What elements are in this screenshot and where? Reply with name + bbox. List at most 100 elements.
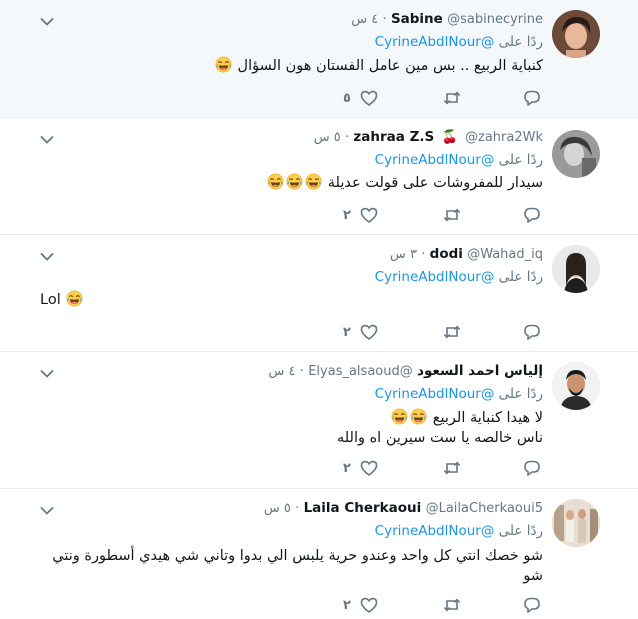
timestamp[interactable]: ٤ س [351,12,378,27]
reply-button[interactable] [522,322,542,342]
chevron-down-icon[interactable] [40,130,54,140]
like-count: ٢ [343,324,351,340]
mention-link[interactable]: @CyrineAbdlNour [375,523,495,539]
reply-prefix: ردًا على [498,34,543,50]
replying-to: ردًا على @CyrineAbdlNour [375,522,543,540]
tweet-actions: ٢ [0,595,638,615]
tweet-text: شو خصك انتي كل واحد وعندو حرية يلبس الي … [33,546,543,586]
username-handle[interactable]: @zahra2Wk [465,130,543,145]
tweet-reply[interactable]: Sabine @sabinecyrine · ٤ س ردًا على @Cyr… [0,0,638,118]
avatar[interactable] [552,10,600,58]
like-button[interactable]: ٢ [343,205,379,225]
retweet-button[interactable] [442,322,462,342]
tweet-reply[interactable]: Laila Cherkaoui @LailaCherkaoui5 · ٥ س ر… [0,489,638,619]
mention-link[interactable]: @CyrineAbdlNour [375,34,495,50]
face-with-tears-of-joy-emoji [410,408,427,425]
reply-button[interactable] [522,595,542,615]
like-count: ٢ [343,460,351,476]
reply-icon [522,458,542,478]
tweet-reply[interactable]: dodi @Wahad_iq · ٣ س ردًا على @CyrineAbd… [0,235,638,352]
reply-button[interactable] [522,88,542,108]
separator-dot: · [421,247,426,262]
display-name[interactable]: Sabine [391,11,443,27]
face-with-tears-of-joy-emoji [267,173,284,190]
display-name[interactable]: zahraa Z.S [353,129,434,145]
reply-prefix: ردًا على [498,386,543,402]
chevron-down-icon[interactable] [40,12,54,22]
like-button[interactable]: ٢ [343,322,379,342]
display-name[interactable]: إلياس احمد السعود [417,363,543,379]
tweet-text-line: شو خصك انتي كل واحد وعندو حرية يلبس الي … [52,548,543,564]
like-count: ٥ [343,90,351,106]
username-handle[interactable]: @Wahad_iq [467,247,543,262]
display-name[interactable]: Laila Cherkaoui [304,500,422,516]
retweet-button[interactable] [442,458,462,478]
face-with-tears-of-joy-emoji [286,173,303,190]
replying-to: ردًا على @CyrineAbdlNour [375,33,543,51]
timestamp[interactable]: ٣ س [390,247,417,262]
face-with-tears-of-joy-emoji [305,173,322,190]
retweet-button[interactable] [442,88,462,108]
face-with-tears-of-joy-emoji [391,408,408,425]
separator-dot: · [299,364,304,379]
avatar[interactable] [552,499,600,547]
replying-to: ردًا على @CyrineAbdlNour [375,268,543,286]
retweet-button[interactable] [442,205,462,225]
chevron-down-icon[interactable] [40,364,54,374]
tweet-text-line: شو [523,568,543,584]
tweet-header: Laila Cherkaoui @LailaCherkaoui5 · ٥ س [264,499,543,518]
username-handle[interactable]: @sabinecyrine [447,12,543,27]
heart-icon [359,88,379,108]
avatar[interactable] [552,245,600,293]
tweet-text-line: Lol [40,292,61,308]
retweet-button[interactable] [442,595,462,615]
heart-icon [359,205,379,225]
mention-link[interactable]: @CyrineAbdlNour [375,152,495,168]
avatar[interactable] [552,362,600,410]
username-handle[interactable]: @Elyas_alsaoud [308,364,413,379]
mention-link[interactable]: @CyrineAbdlNour [375,386,495,402]
reply-prefix: ردًا على [498,152,543,168]
heart-icon [359,322,379,342]
avatar[interactable] [552,130,600,178]
tweet-text: سيدار للمفروشات على قولت عديلة [266,173,543,193]
chevron-down-icon[interactable] [40,247,54,257]
reply-icon [522,595,542,615]
like-button[interactable]: ٢ [343,595,379,615]
separator-dot: · [295,501,300,516]
heart-icon [359,458,379,478]
like-button[interactable]: ٥ [343,88,379,108]
reply-icon [522,88,542,108]
tweet-reply[interactable]: إلياس احمد السعود @Elyas_alsaoud · ٤ س ر… [0,352,638,489]
tweet-text-line: كنباية الربيع .. بس مين عامل الفستان هون… [237,58,543,74]
retweet-icon [442,88,462,108]
like-count: ٢ [343,597,351,613]
mention-link[interactable]: @CyrineAbdlNour [375,269,495,285]
like-count: ٢ [343,207,351,223]
like-button[interactable]: ٢ [343,458,379,478]
replies-feed: Sabine @sabinecyrine · ٤ س ردًا على @Cyr… [0,0,638,619]
timestamp[interactable]: ٥ س [264,501,291,516]
retweet-icon [442,458,462,478]
tweet-header: dodi @Wahad_iq · ٣ س [390,245,543,264]
tweet-actions: ٢ [0,322,638,342]
retweet-icon [442,205,462,225]
tweet-text: لا هيدا كنباية الربيع ناس خالصه يا ست سي… [337,408,543,448]
separator-dot: · [344,130,350,145]
timestamp[interactable]: ٤ س [268,364,295,379]
reply-button[interactable] [522,458,542,478]
tweet-header: إلياس احمد السعود @Elyas_alsaoud · ٤ س [268,362,543,381]
timestamp[interactable]: ٥ س [314,130,341,145]
face-with-tears-of-joy-emoji [66,290,83,307]
display-name[interactable]: dodi [430,246,463,262]
tweet-actions: ٢ [0,205,638,225]
tweet-header: zahraa Z.S 🍒 @zahra2Wk · ٥ س [314,128,543,147]
username-handle[interactable]: @LailaCherkaoui5 [426,501,543,516]
tweet-reply[interactable]: zahraa Z.S 🍒 @zahra2Wk · ٥ س ردًا على @C… [0,118,638,235]
reply-icon [522,322,542,342]
reply-button[interactable] [522,205,542,225]
tweet-text-line: لا هيدا كنباية الربيع [432,410,543,426]
chevron-down-icon[interactable] [40,501,54,511]
replying-to: ردًا على @CyrineAbdlNour [375,151,543,169]
replying-to: ردًا على @CyrineAbdlNour [375,385,543,403]
